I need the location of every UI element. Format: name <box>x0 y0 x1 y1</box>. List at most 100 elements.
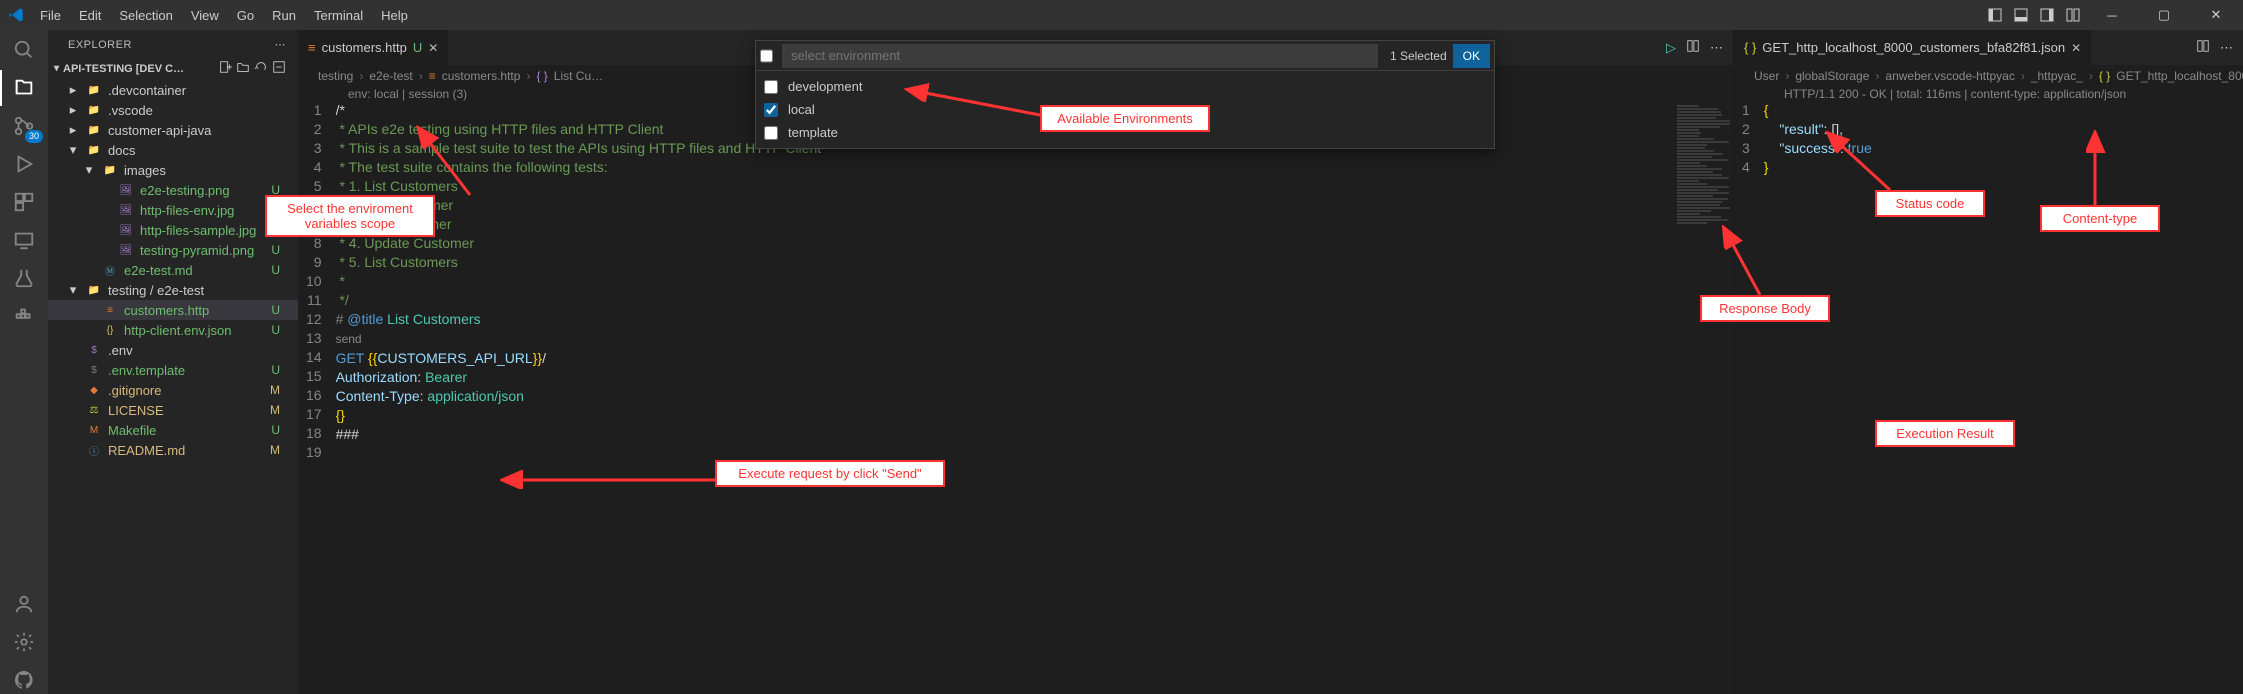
callout-send: Execute request by click "Send" <box>738 466 921 481</box>
layout-icon-1[interactable] <box>1985 5 2005 25</box>
tree-item[interactable]: {}http-client.env.jsonU <box>48 320 298 340</box>
environment-picker: 1 Selected OK developmentlocaltemplate <box>755 40 1495 149</box>
tab-response-json[interactable]: { } GET_http_localhost_8000_customers_bf… <box>1734 30 2091 65</box>
http-file-icon: ≡ <box>308 40 316 55</box>
layout-icon-2[interactable] <box>2011 5 2031 25</box>
split-icon[interactable] <box>2196 39 2210 56</box>
tree-item[interactable]: 🖼e2e-testing.pngU <box>48 180 298 200</box>
new-file-icon[interactable] <box>218 60 232 77</box>
git-icon: ◆ <box>86 382 102 398</box>
callout-available-env: Available Environments <box>1057 111 1193 126</box>
tree-item[interactable]: ⚖LICENSEM <box>48 400 298 420</box>
menu-go[interactable]: Go <box>229 4 262 27</box>
crumb[interactable]: _httpyac_ <box>2031 69 2083 83</box>
collapse-icon[interactable] <box>272 60 286 77</box>
refresh-icon[interactable] <box>254 60 268 77</box>
img-icon: 🖼 <box>118 222 134 238</box>
split-icon[interactable] <box>1686 39 1700 56</box>
tree-item[interactable]: ⓘREADME.mdM <box>48 440 298 460</box>
menu-bar: File Edit Selection View Go Run Terminal… <box>32 4 416 27</box>
new-folder-icon[interactable] <box>236 60 250 77</box>
play-icon[interactable]: ▷ <box>1666 40 1676 56</box>
window-minimize-button[interactable]: ─ <box>2089 0 2135 30</box>
activity-run[interactable] <box>10 150 38 178</box>
tree-item[interactable]: 🖼http-files-env.jpgU <box>48 200 298 220</box>
breadcrumbs-right[interactable]: User› globalStorage› anweber.vscode-http… <box>1734 65 2243 87</box>
environment-search-input[interactable] <box>782 44 1378 68</box>
file-tree[interactable]: ▸📁.devcontainer▸📁.vscode▸📁customer-api-j… <box>48 80 298 694</box>
titlebar: File Edit Selection View Go Run Terminal… <box>0 0 2243 30</box>
sidebar-explorer: EXPLORER ⋯ ▾ API-TESTING [DEV C… ▸📁.devc… <box>48 30 298 694</box>
activity-scm[interactable]: 30 <box>10 112 38 140</box>
activity-explorer[interactable] <box>10 74 38 102</box>
activity-settings[interactable] <box>10 628 38 656</box>
select-all-checkbox[interactable] <box>760 44 773 68</box>
menu-file[interactable]: File <box>32 4 69 27</box>
window-maximize-button[interactable]: ▢ <box>2141 0 2187 30</box>
more-icon[interactable]: ⋯ <box>1710 40 1723 56</box>
menu-help[interactable]: Help <box>373 4 416 27</box>
tree-item[interactable]: $.env <box>48 340 298 360</box>
activity-github[interactable] <box>10 666 38 694</box>
tree-item[interactable]: Ⓜe2e-test.mdU <box>48 260 298 280</box>
minimap[interactable] <box>1673 101 1733 694</box>
env-option[interactable]: development <box>756 75 1494 98</box>
lic-icon: ⚖ <box>86 402 102 418</box>
tree-item[interactable]: ◆.gitignoreM <box>48 380 298 400</box>
crumb[interactable]: e2e-test <box>369 69 412 83</box>
explorer-more-icon[interactable]: ⋯ <box>275 38 287 51</box>
more-icon[interactable]: ⋯ <box>2220 40 2233 56</box>
mk-icon: M <box>86 422 102 438</box>
json-icon: {} <box>102 322 118 338</box>
tree-item[interactable]: ▸📁.devcontainer <box>48 80 298 100</box>
callout-status: Status code <box>1896 196 1965 211</box>
tree-item[interactable]: ▸📁customer-api-java <box>48 120 298 140</box>
tree-item[interactable]: 🖼http-files-sample.jpgU <box>48 220 298 240</box>
folder-icon: 📁 <box>86 102 102 118</box>
menu-run[interactable]: Run <box>264 4 304 27</box>
tree-item[interactable]: ▾📁docs <box>48 140 298 160</box>
crumb[interactable]: GET_http_localhost_8000_cus… <box>2116 69 2243 83</box>
layout-icon-3[interactable] <box>2037 5 2057 25</box>
activity-docker[interactable] <box>10 302 38 330</box>
crumb[interactable]: testing <box>318 69 353 83</box>
activity-search[interactable] <box>10 36 38 64</box>
window-close-button[interactable]: ✕ <box>2193 0 2239 30</box>
code-editor-right[interactable]: 1234 { "result": [], "success": true} <box>1734 101 2243 694</box>
menu-view[interactable]: View <box>183 4 227 27</box>
activity-extensions[interactable] <box>10 188 38 216</box>
tree-item[interactable]: MMakefileU <box>48 420 298 440</box>
img-icon: 🖼 <box>118 242 134 258</box>
scm-badge: 30 <box>25 130 43 143</box>
env-label: local <box>788 102 815 117</box>
tab-customers-http[interactable]: ≡ customers.http U ✕ <box>298 30 448 65</box>
menu-edit[interactable]: Edit <box>71 4 109 27</box>
chevron-down-icon[interactable]: ▾ <box>54 63 59 74</box>
env-checkbox[interactable] <box>764 126 778 140</box>
tree-item[interactable]: ▸📁.vscode <box>48 100 298 120</box>
tab-label: customers.http <box>322 40 407 55</box>
tree-item[interactable]: ≡customers.httpU <box>48 300 298 320</box>
activity-remote[interactable] <box>10 226 38 254</box>
code-editor-left[interactable]: 12345678910111213141516171819 /* * APIs … <box>298 101 1733 694</box>
tree-item[interactable]: 🖼testing-pyramid.pngU <box>48 240 298 260</box>
tree-item[interactable]: $.env.templateU <box>48 360 298 380</box>
activity-test[interactable] <box>10 264 38 292</box>
crumb[interactable]: User <box>1754 69 1779 83</box>
env-checkbox[interactable] <box>764 103 778 117</box>
crumb[interactable]: globalStorage <box>1795 69 1869 83</box>
crumb[interactable]: anweber.vscode-httpyac <box>1885 69 2014 83</box>
menu-terminal[interactable]: Terminal <box>306 4 371 27</box>
crumb[interactable]: customers.http <box>442 69 521 83</box>
tab-close-icon[interactable]: ✕ <box>2071 41 2081 55</box>
tree-item[interactable]: ▾📁images <box>48 160 298 180</box>
crumb[interactable]: List Cu… <box>554 69 603 83</box>
menu-selection[interactable]: Selection <box>111 4 180 27</box>
layout-icon-4[interactable] <box>2063 5 2083 25</box>
tree-item[interactable]: ▾📁testing / e2e-test <box>48 280 298 300</box>
tab-close-icon[interactable]: ✕ <box>428 41 438 55</box>
env-checkbox[interactable] <box>764 80 778 94</box>
activity-account[interactable] <box>10 590 38 618</box>
ok-button[interactable]: OK <box>1453 44 1490 68</box>
status-codelens: HTTP/1.1 200 - OK | total: 116ms | conte… <box>1734 87 2243 101</box>
